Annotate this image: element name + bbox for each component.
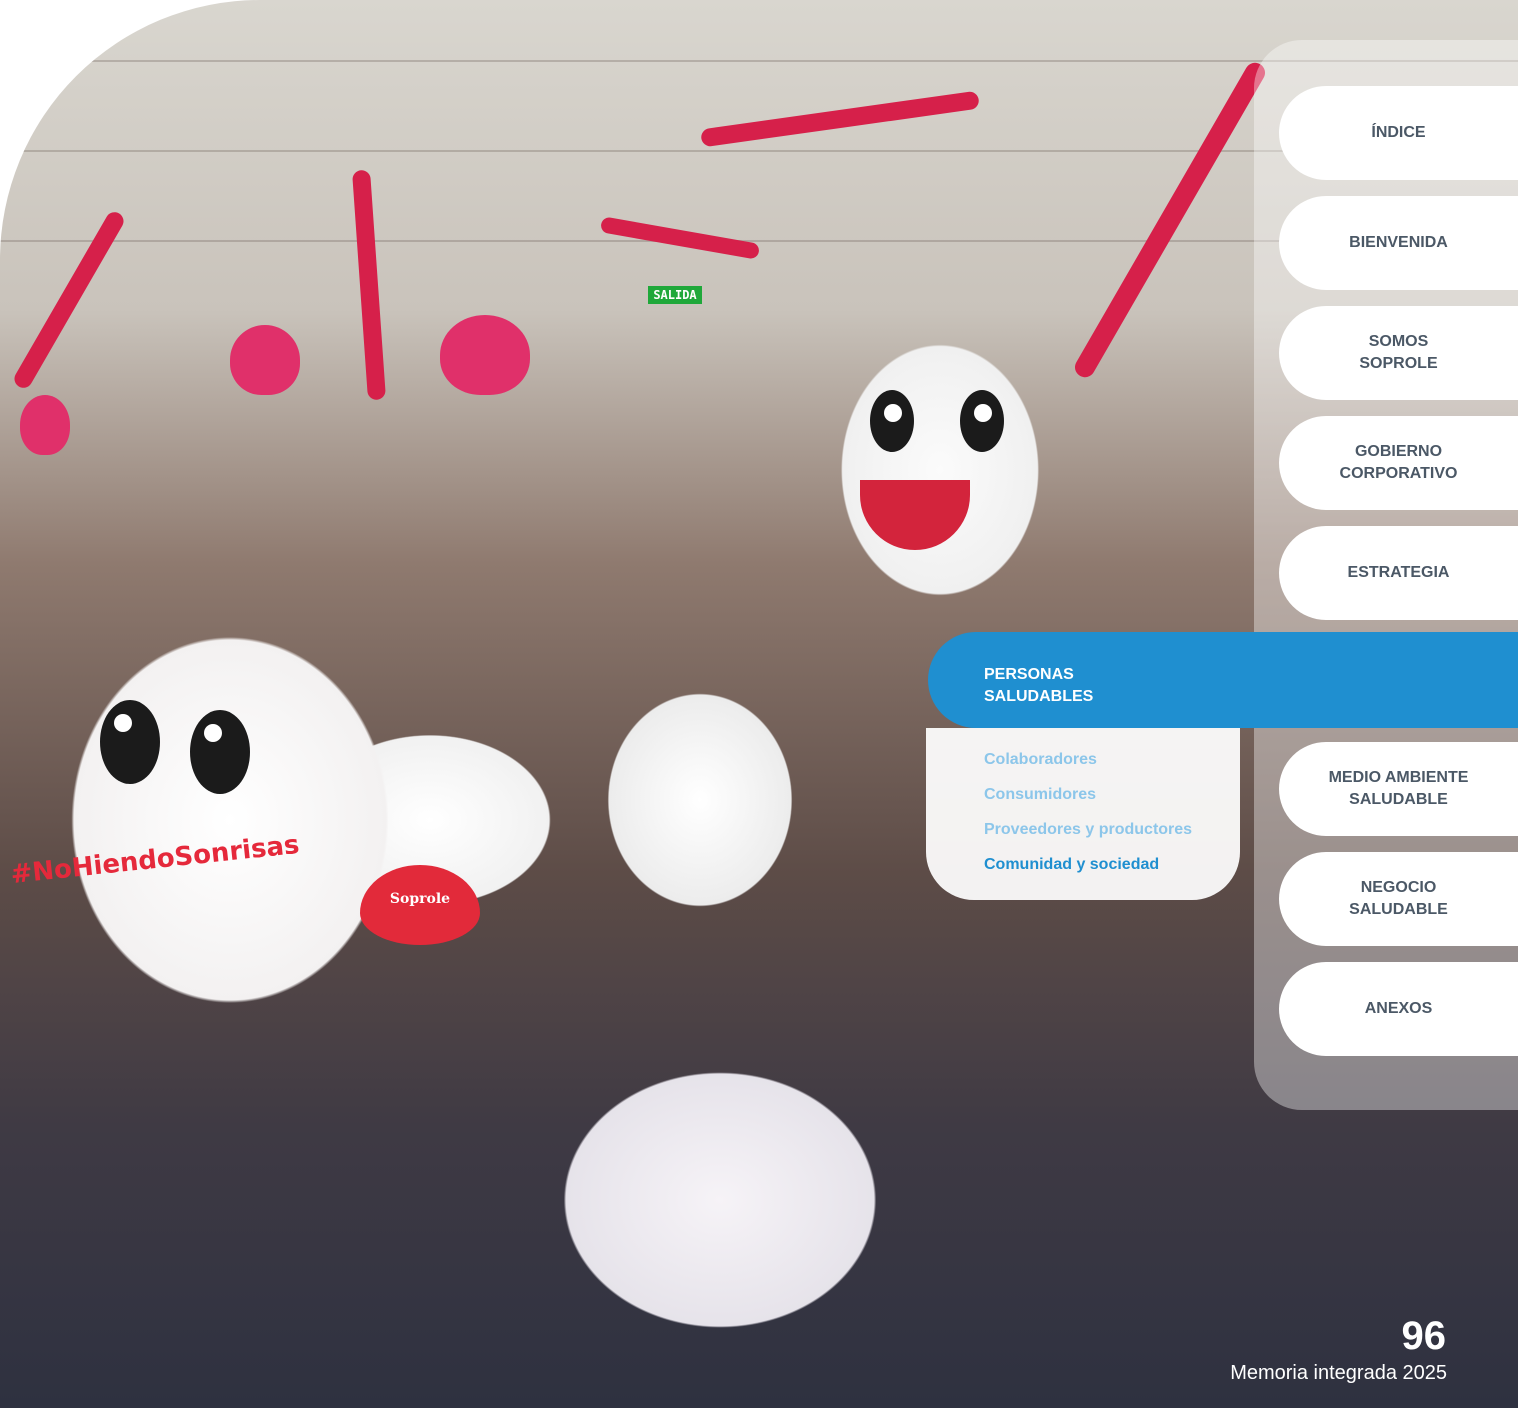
subnav-proveedores-productores[interactable]: Proveedores y productores	[984, 821, 1192, 839]
subnav-comunidad-sociedad[interactable]: Comunidad y sociedad	[984, 856, 1159, 874]
nav-item-label: GOBIERNO CORPORATIVO	[1339, 443, 1458, 482]
nav-item-label: BIENVENIDA	[1349, 234, 1448, 251]
mascot-eye	[960, 390, 1004, 452]
heart-balloon	[20, 395, 70, 455]
nav-item-somos-soprole[interactable]: SOMOS SOPROLE	[1279, 306, 1518, 400]
nav-item-label: PERSONAS SALUDABLES	[984, 666, 1094, 705]
nav-item-label: ANEXOS	[1364, 1000, 1433, 1017]
nav-item-label: ESTRATEGIA	[1347, 564, 1450, 581]
subnav-consumidores[interactable]: Consumidores	[984, 786, 1096, 804]
subnav-colaboradores[interactable]: Colaboradores	[984, 751, 1097, 769]
nav-item-label: ÍNDICE	[1371, 124, 1426, 141]
nav-item-bienvenida[interactable]: BIENVENIDA	[1279, 196, 1518, 290]
shirt-logo: Soprole	[360, 865, 480, 945]
balloon-stick	[351, 169, 387, 401]
page-number: 96	[1401, 1314, 1447, 1358]
mascot-eye	[870, 390, 914, 452]
balloon-stick	[700, 90, 980, 148]
mascot-mouth	[860, 480, 970, 550]
heart-balloon	[230, 325, 300, 395]
nav-item-label: MEDIO AMBIENTE SALUDABLE	[1328, 769, 1469, 808]
nav-item-medio-ambiente-saludable[interactable]: MEDIO AMBIENTE SALUDABLE	[1279, 742, 1518, 836]
exit-sign: SALIDA	[648, 286, 702, 304]
nav-item-indice[interactable]: ÍNDICE	[1279, 86, 1518, 180]
mascot-eye	[190, 710, 250, 794]
nav-item-anexos[interactable]: ANEXOS	[1279, 962, 1518, 1056]
nav-item-gobierno-corporativo[interactable]: GOBIERNO CORPORATIVO	[1279, 416, 1518, 510]
heart-balloon	[440, 315, 530, 395]
mascot-eye	[100, 700, 160, 784]
balloon-stick	[11, 208, 127, 392]
mascot-hashtag: #NoHiendoSonrisas	[9, 829, 301, 891]
nav-item-label: NEGOCIO SALUDABLE	[1349, 879, 1448, 918]
nav-item-label: SOMOS SOPROLE	[1359, 333, 1438, 372]
nav-item-personas-saludables[interactable]: PERSONAS SALUDABLES	[928, 632, 1518, 728]
balloon-stick	[599, 216, 761, 260]
nav-item-estrategia[interactable]: ESTRATEGIA	[1279, 526, 1518, 620]
balloon-stick	[1071, 59, 1269, 381]
nav-item-negocio-saludable[interactable]: NEGOCIO SALUDABLE	[1279, 852, 1518, 946]
report-title: Memoria integrada 2025	[1230, 1362, 1447, 1384]
